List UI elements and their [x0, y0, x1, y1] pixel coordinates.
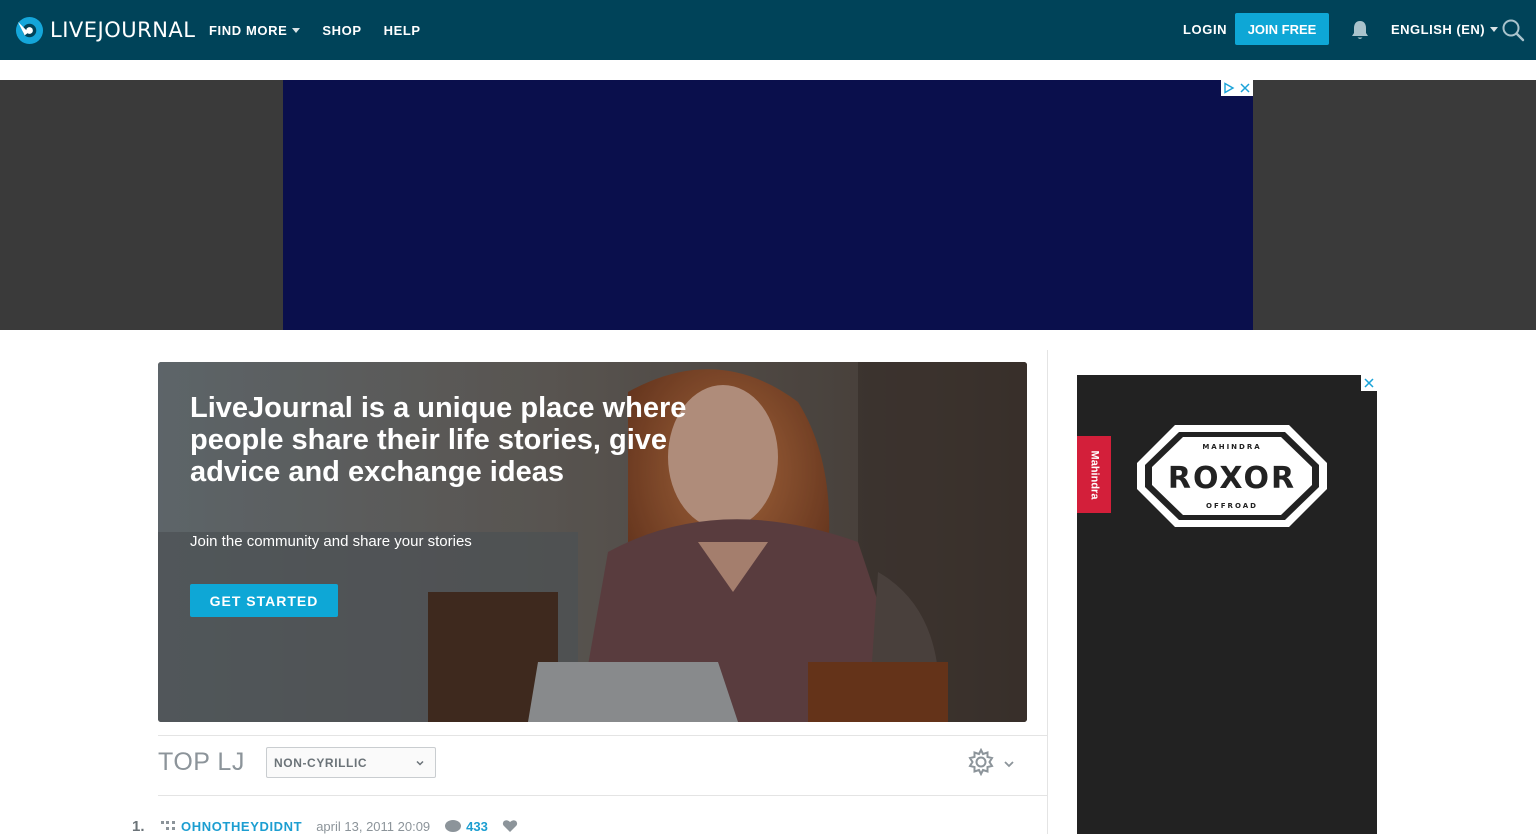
post-comment-count[interactable]: 433 [466, 819, 488, 834]
community-icon [161, 821, 175, 830]
mahindra-tab-label: Mahindra [1088, 450, 1100, 499]
bell-icon[interactable] [1349, 19, 1371, 41]
get-started-button[interactable]: GET STARTED [190, 584, 338, 617]
search-icon[interactable] [1501, 18, 1525, 42]
top-ad-band [0, 80, 1536, 330]
logo-main-text: ROXOR [1168, 461, 1296, 496]
nav-help[interactable]: HELP [384, 23, 421, 38]
language-label: ENGLISH (EN) [1391, 22, 1486, 37]
roxor-logo: MAHINDRA ROXOR OFFROAD [1137, 425, 1327, 527]
section-divider [158, 735, 1047, 736]
logo-bottom-text: OFFROAD [1206, 502, 1258, 510]
main-nav: FIND MORE SHOP HELP [209, 0, 443, 60]
hero-banner: LiveJournal is a unique place where peop… [158, 362, 1027, 722]
ad-banner[interactable] [283, 80, 1253, 330]
section-divider [158, 795, 1047, 796]
hero-title: LiveJournal is a unique place where peop… [190, 392, 687, 488]
filter-selected-value: NON-CYRILLIC [274, 755, 368, 770]
post-author-link[interactable]: OHNOTHEYDIDNT [181, 819, 302, 834]
column-divider [1047, 350, 1048, 834]
top-lj-title: TOP LJ [158, 748, 245, 776]
hero-subtitle: Join the community and share your storie… [190, 533, 472, 550]
gear-icon[interactable] [967, 748, 995, 776]
list-item[interactable]: 1. OHNOTHEYDIDNT april 13, 2011 20:09 43… [132, 817, 1032, 835]
close-icon[interactable] [1361, 375, 1377, 391]
post-rank: 1. [132, 817, 145, 835]
caret-down-icon [1490, 27, 1499, 32]
nav-shop-label: SHOP [322, 22, 362, 38]
join-free-button[interactable]: JOIN FREE [1235, 13, 1329, 45]
top-navigation-bar: LIVEJOURNAL FIND MORE SHOP HELP LOGIN JO… [0, 0, 1536, 60]
nav-find-more-label: FIND MORE [209, 22, 288, 38]
brand-name: LIVEJOURNAL [50, 18, 196, 42]
side-ad[interactable]: Mahindra MAHINDRA ROXOR OFFROAD [1077, 375, 1377, 834]
livejournal-logo-icon [15, 16, 44, 44]
mahindra-tab: Mahindra [1077, 436, 1111, 513]
language-filter-select[interactable]: NON-CYRILLIC [266, 747, 436, 778]
close-icon[interactable] [1237, 80, 1253, 96]
comment-icon [445, 820, 462, 832]
adchoices-icon[interactable] [1221, 80, 1237, 96]
heart-icon[interactable] [502, 819, 518, 833]
logo-top-text: MAHINDRA [1202, 443, 1261, 451]
nav-help-label: HELP [383, 22, 421, 38]
language-selector[interactable]: ENGLISH (EN) [1391, 22, 1499, 37]
nav-shop[interactable]: SHOP [322, 23, 361, 38]
nav-find-more[interactable]: FIND MORE [209, 22, 301, 38]
caret-down-icon [292, 27, 301, 33]
livejournal-logo[interactable]: LIVEJOURNAL [15, 14, 196, 46]
post-date: april 13, 2011 20:09 [316, 818, 431, 834]
login-link[interactable]: LOGIN [1183, 22, 1227, 37]
chevron-down-icon [416, 760, 424, 766]
chevron-down-icon[interactable] [1003, 759, 1015, 769]
